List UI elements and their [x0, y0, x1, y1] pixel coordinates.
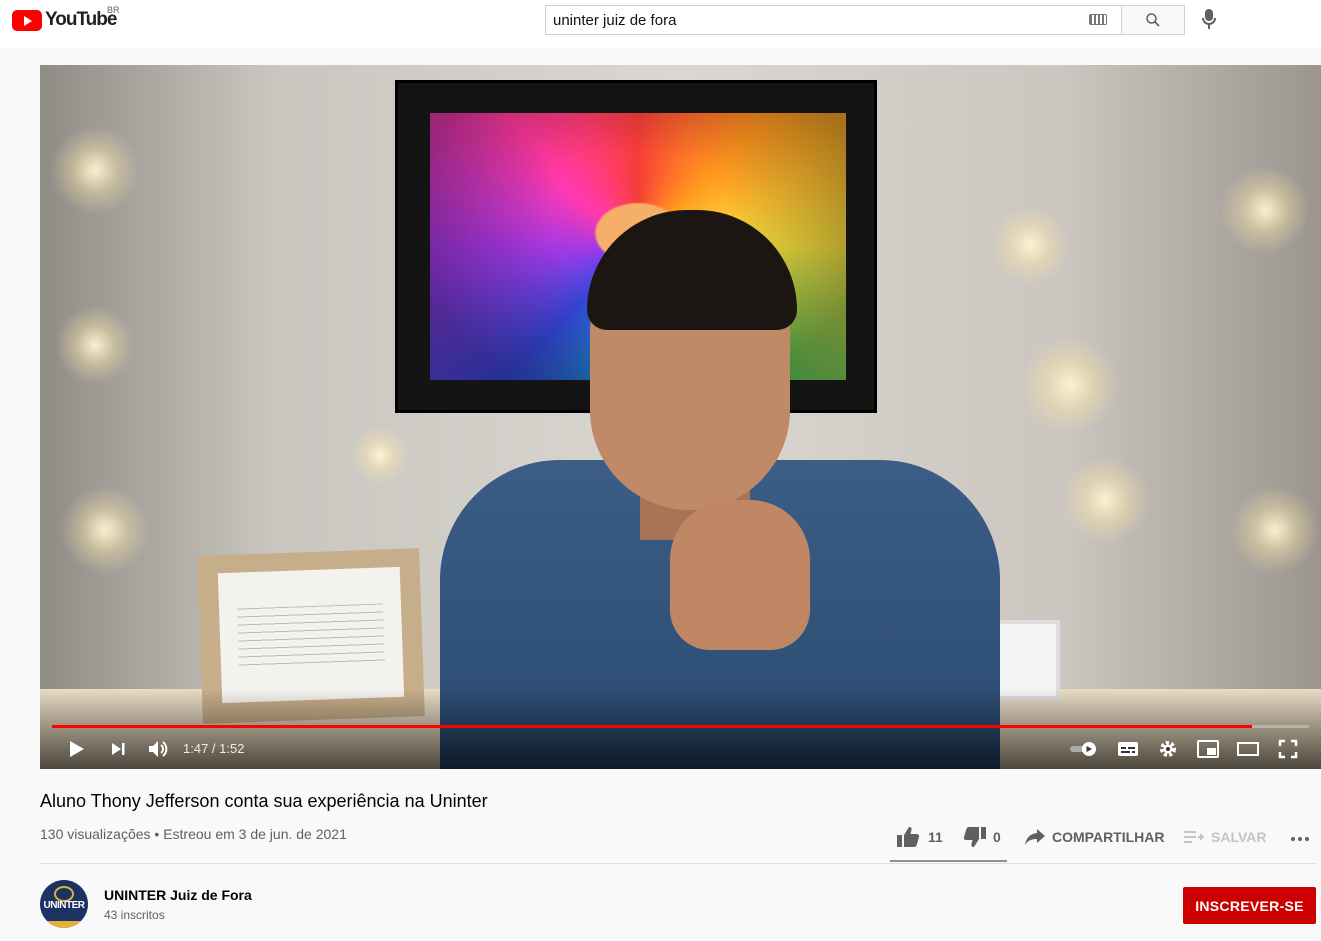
subscriber-count: 43 inscritos: [104, 908, 165, 922]
subtitles-icon: [1118, 742, 1138, 756]
subtitles-button[interactable]: [1110, 733, 1146, 765]
theater-mode-button[interactable]: [1230, 733, 1266, 765]
subscribe-button[interactable]: INSCREVER-SE: [1183, 887, 1316, 924]
search-button[interactable]: [1121, 5, 1185, 35]
avatar-text: UNINTER: [43, 900, 85, 911]
youtube-logo[interactable]: YouTube: [12, 8, 117, 32]
fullscreen-icon: [1278, 739, 1298, 759]
like-button[interactable]: 11: [896, 826, 943, 848]
autoplay-icon: [1070, 742, 1096, 756]
miniplayer-icon: [1197, 740, 1219, 758]
next-icon: [112, 743, 125, 755]
time-display: 1:47 / 1:52: [183, 741, 245, 756]
share-icon: [1025, 829, 1045, 845]
video-player[interactable]: 1:47 / 1:52: [40, 65, 1321, 769]
share-button[interactable]: COMPARTILHAR: [1024, 828, 1165, 846]
gear-icon: [1160, 741, 1176, 757]
logo-text: YouTube: [45, 9, 117, 30]
like-count: 11: [928, 829, 943, 845]
video-title: Aluno Thony Jefferson conta sua experiên…: [40, 791, 488, 811]
search-icon: [1146, 13, 1160, 27]
share-label: COMPARTILHAR: [1052, 829, 1165, 845]
video-meta: 130 visualizações • Estreou em 3 de jun.…: [40, 826, 347, 842]
search-input[interactable]: [545, 5, 1121, 35]
play-icon: [70, 741, 84, 757]
dislike-count: 0: [993, 829, 1001, 845]
thumbs-down-icon: [963, 827, 986, 847]
more-horizontal-icon: [1291, 837, 1309, 841]
autoplay-toggle[interactable]: [1066, 733, 1102, 765]
progress-bar[interactable]: [52, 725, 1309, 728]
search-bar: [545, 5, 1185, 35]
next-button[interactable]: [100, 733, 136, 765]
dislike-button[interactable]: 0: [963, 826, 1001, 848]
more-actions-button[interactable]: [1290, 836, 1310, 842]
player-controls: 1:47 / 1:52: [40, 733, 1321, 765]
save-label: SALVAR: [1211, 829, 1267, 845]
mic-icon[interactable]: [1201, 8, 1217, 30]
fullscreen-button[interactable]: [1270, 733, 1306, 765]
miniplayer-button[interactable]: [1190, 733, 1226, 765]
thumbs-up-icon: [897, 827, 920, 847]
country-code: BR: [107, 5, 120, 15]
play-button[interactable]: [58, 733, 94, 765]
youtube-play-icon: [12, 9, 42, 31]
divider: [40, 863, 1316, 864]
volume-button[interactable]: [140, 733, 176, 765]
playlist-add-icon: [1184, 831, 1204, 843]
keyboard-icon[interactable]: [1089, 14, 1107, 25]
channel-avatar[interactable]: UNINTER: [40, 880, 88, 928]
volume-icon: [149, 741, 168, 757]
theater-icon: [1237, 742, 1259, 756]
masthead: YouTube BR: [0, 0, 1321, 48]
save-button[interactable]: SALVAR: [1183, 828, 1266, 846]
presenter: [440, 210, 1000, 769]
video-frame: [40, 65, 1321, 769]
progress-played: [52, 725, 1253, 728]
channel-name[interactable]: UNINTER Juiz de Fora: [104, 887, 252, 903]
settings-button[interactable]: [1150, 733, 1186, 765]
like-ratio-bar: [890, 860, 1007, 862]
